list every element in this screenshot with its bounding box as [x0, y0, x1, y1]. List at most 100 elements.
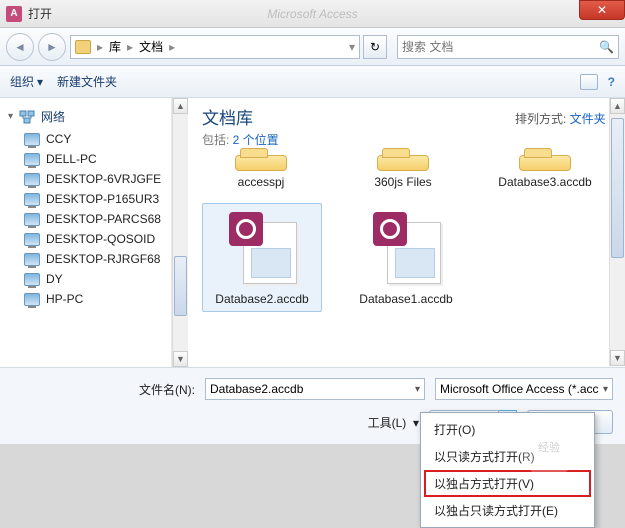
menu-item[interactable]: 以只读方式打开(R)	[424, 443, 591, 470]
network-icon	[19, 110, 35, 124]
chevron-right-icon: ▸	[127, 40, 133, 54]
computer-icon	[24, 173, 40, 186]
sidebar-item-label: DESKTOP-P165UR3	[46, 192, 159, 206]
folder-icon	[75, 40, 91, 54]
chevron-right-icon: ▸	[97, 40, 103, 54]
filename-field[interactable]: Database2.accdb ▾	[205, 378, 425, 400]
computer-icon	[24, 213, 40, 226]
folder-icon	[365, 147, 441, 171]
sidebar: ▾ 网络 CCY DELL-PC DESKTOP-6VRJGFE DESKTOP-P1…	[0, 98, 172, 367]
computer-icon	[24, 133, 40, 146]
chevron-down-icon[interactable]: ▾	[603, 384, 608, 395]
file-label: accesspj	[238, 175, 285, 190]
file-item[interactable]: Database3.accdb	[486, 142, 604, 195]
back-button[interactable]: ◄	[6, 33, 34, 61]
crumb-documents[interactable]: 文档	[139, 38, 163, 55]
accdb-icon	[369, 208, 443, 288]
file-label: Database1.accdb	[359, 292, 452, 307]
scroll-up-icon[interactable]: ▲	[610, 98, 625, 114]
view-button[interactable]	[580, 74, 598, 90]
file-label: Database2.accdb	[215, 292, 308, 307]
menu-item[interactable]: 以独占只读方式打开(E)	[424, 497, 591, 524]
window-title: 打开	[28, 5, 52, 22]
filetype-field[interactable]: Microsoft Office Access (*.acc ▾	[435, 378, 613, 400]
filename-value: Database2.accdb	[210, 382, 303, 396]
filename-label: 文件名(N):	[139, 381, 195, 398]
chevron-down-icon: ▾	[8, 111, 13, 122]
sidebar-item-label: DESKTOP-RJRGF68	[46, 252, 160, 266]
organize-label: 组织	[10, 73, 34, 90]
sidebar-item[interactable]: DY	[0, 269, 171, 289]
refresh-button[interactable]: ↻	[363, 35, 387, 59]
sidebar-header-label: 网络	[41, 108, 65, 125]
folder-icon	[223, 147, 299, 171]
computer-icon	[24, 193, 40, 206]
computer-icon	[24, 293, 40, 306]
titlebar: A 打开 Microsoft Access ✕	[0, 0, 625, 28]
sidebar-item[interactable]: DESKTOP-PARCS68	[0, 209, 171, 229]
folder-icon	[507, 147, 583, 171]
chevron-down-icon: ▾	[37, 75, 43, 89]
nav-row: ◄ ► ▸ 库 ▸ 文档 ▸ ▾ ↻ 🔍	[0, 28, 625, 66]
help-icon[interactable]: ?	[608, 75, 615, 89]
sidebar-item[interactable]: DESKTOP-P165UR3	[0, 189, 171, 209]
sidebar-scrollbar[interactable]: ▲ ▼	[172, 98, 188, 367]
new-folder-label: 新建文件夹	[57, 73, 117, 90]
sidebar-item[interactable]: HP-PC	[0, 289, 171, 309]
tools-button[interactable]: 工具(L) ▾	[368, 414, 419, 431]
chevron-right-icon: ▸	[169, 40, 175, 54]
computer-icon	[24, 233, 40, 246]
chevron-down-icon[interactable]: ▾	[415, 384, 420, 395]
content-area: 文档库 包括: 2 个位置 排列方式: 文件夹 ▾ accesspj360js …	[188, 98, 625, 367]
search-box[interactable]: 🔍	[397, 35, 619, 59]
scroll-thumb[interactable]	[611, 118, 624, 258]
sidebar-item[interactable]: DESKTOP-RJRGF68	[0, 249, 171, 269]
sidebar-item-label: DESKTOP-PARCS68	[46, 212, 161, 226]
crumb-libraries[interactable]: 库	[109, 38, 121, 55]
sidebar-item[interactable]: DESKTOP-QOSOID	[0, 229, 171, 249]
file-item[interactable]: Database1.accdb	[346, 203, 466, 312]
sidebar-item-label: DY	[46, 272, 63, 286]
menu-item[interactable]: 以独占方式打开(V)	[424, 470, 591, 497]
filetype-value: Microsoft Office Access (*.acc	[440, 382, 599, 396]
sidebar-header-network[interactable]: ▾ 网络	[0, 104, 171, 129]
body: ▾ 网络 CCY DELL-PC DESKTOP-6VRJGFE DESKTOP-P1…	[0, 98, 625, 368]
window-buttons: ✕	[579, 0, 625, 20]
sort-label: 排列方式:	[515, 112, 566, 126]
file-item[interactable]: accesspj	[202, 142, 320, 195]
menu-item[interactable]: 打开(O)	[424, 416, 591, 443]
address-bar[interactable]: ▸ 库 ▸ 文档 ▸ ▾	[70, 35, 360, 59]
app-icon: A	[6, 6, 22, 22]
file-item[interactable]: 360js Files	[344, 142, 462, 195]
organize-button[interactable]: 组织 ▾	[10, 73, 43, 90]
sidebar-item-label: DELL-PC	[46, 152, 97, 166]
scroll-thumb[interactable]	[174, 256, 187, 316]
forward-button[interactable]: ►	[38, 33, 66, 61]
scroll-up-icon[interactable]: ▲	[173, 98, 188, 114]
file-item[interactable]: Database2.accdb	[202, 203, 322, 312]
content-scrollbar[interactable]: ▲ ▼	[609, 98, 625, 366]
library-title: 文档库	[202, 104, 279, 129]
open-mode-menu: 打开(O)以只读方式打开(R)以独占方式打开(V)以独占只读方式打开(E)	[420, 412, 595, 528]
chevron-down-icon[interactable]: ▾	[349, 40, 355, 54]
sidebar-item-label: DESKTOP-6VRJGFE	[46, 172, 161, 186]
sidebar-item[interactable]: DESKTOP-6VRJGFE	[0, 169, 171, 189]
close-button[interactable]: ✕	[579, 0, 625, 20]
search-icon: 🔍	[599, 40, 614, 54]
app-hint: Microsoft Access	[267, 7, 357, 21]
sidebar-item-label: CCY	[46, 132, 71, 146]
file-label: 360js Files	[374, 175, 431, 190]
sidebar-item-label: HP-PC	[46, 292, 83, 306]
scroll-down-icon[interactable]: ▼	[610, 350, 625, 366]
sidebar-item[interactable]: CCY	[0, 129, 171, 149]
computer-icon	[24, 153, 40, 166]
sort-by: 排列方式: 文件夹 ▾	[515, 110, 615, 127]
sidebar-item[interactable]: DELL-PC	[0, 149, 171, 169]
sidebar-item-label: DESKTOP-QOSOID	[46, 232, 155, 246]
close-icon: ✕	[597, 3, 607, 17]
new-folder-button[interactable]: 新建文件夹	[57, 73, 117, 90]
search-input[interactable]	[402, 40, 599, 54]
computer-icon	[24, 253, 40, 266]
accdb-icon	[225, 208, 299, 288]
scroll-down-icon[interactable]: ▼	[173, 351, 188, 367]
